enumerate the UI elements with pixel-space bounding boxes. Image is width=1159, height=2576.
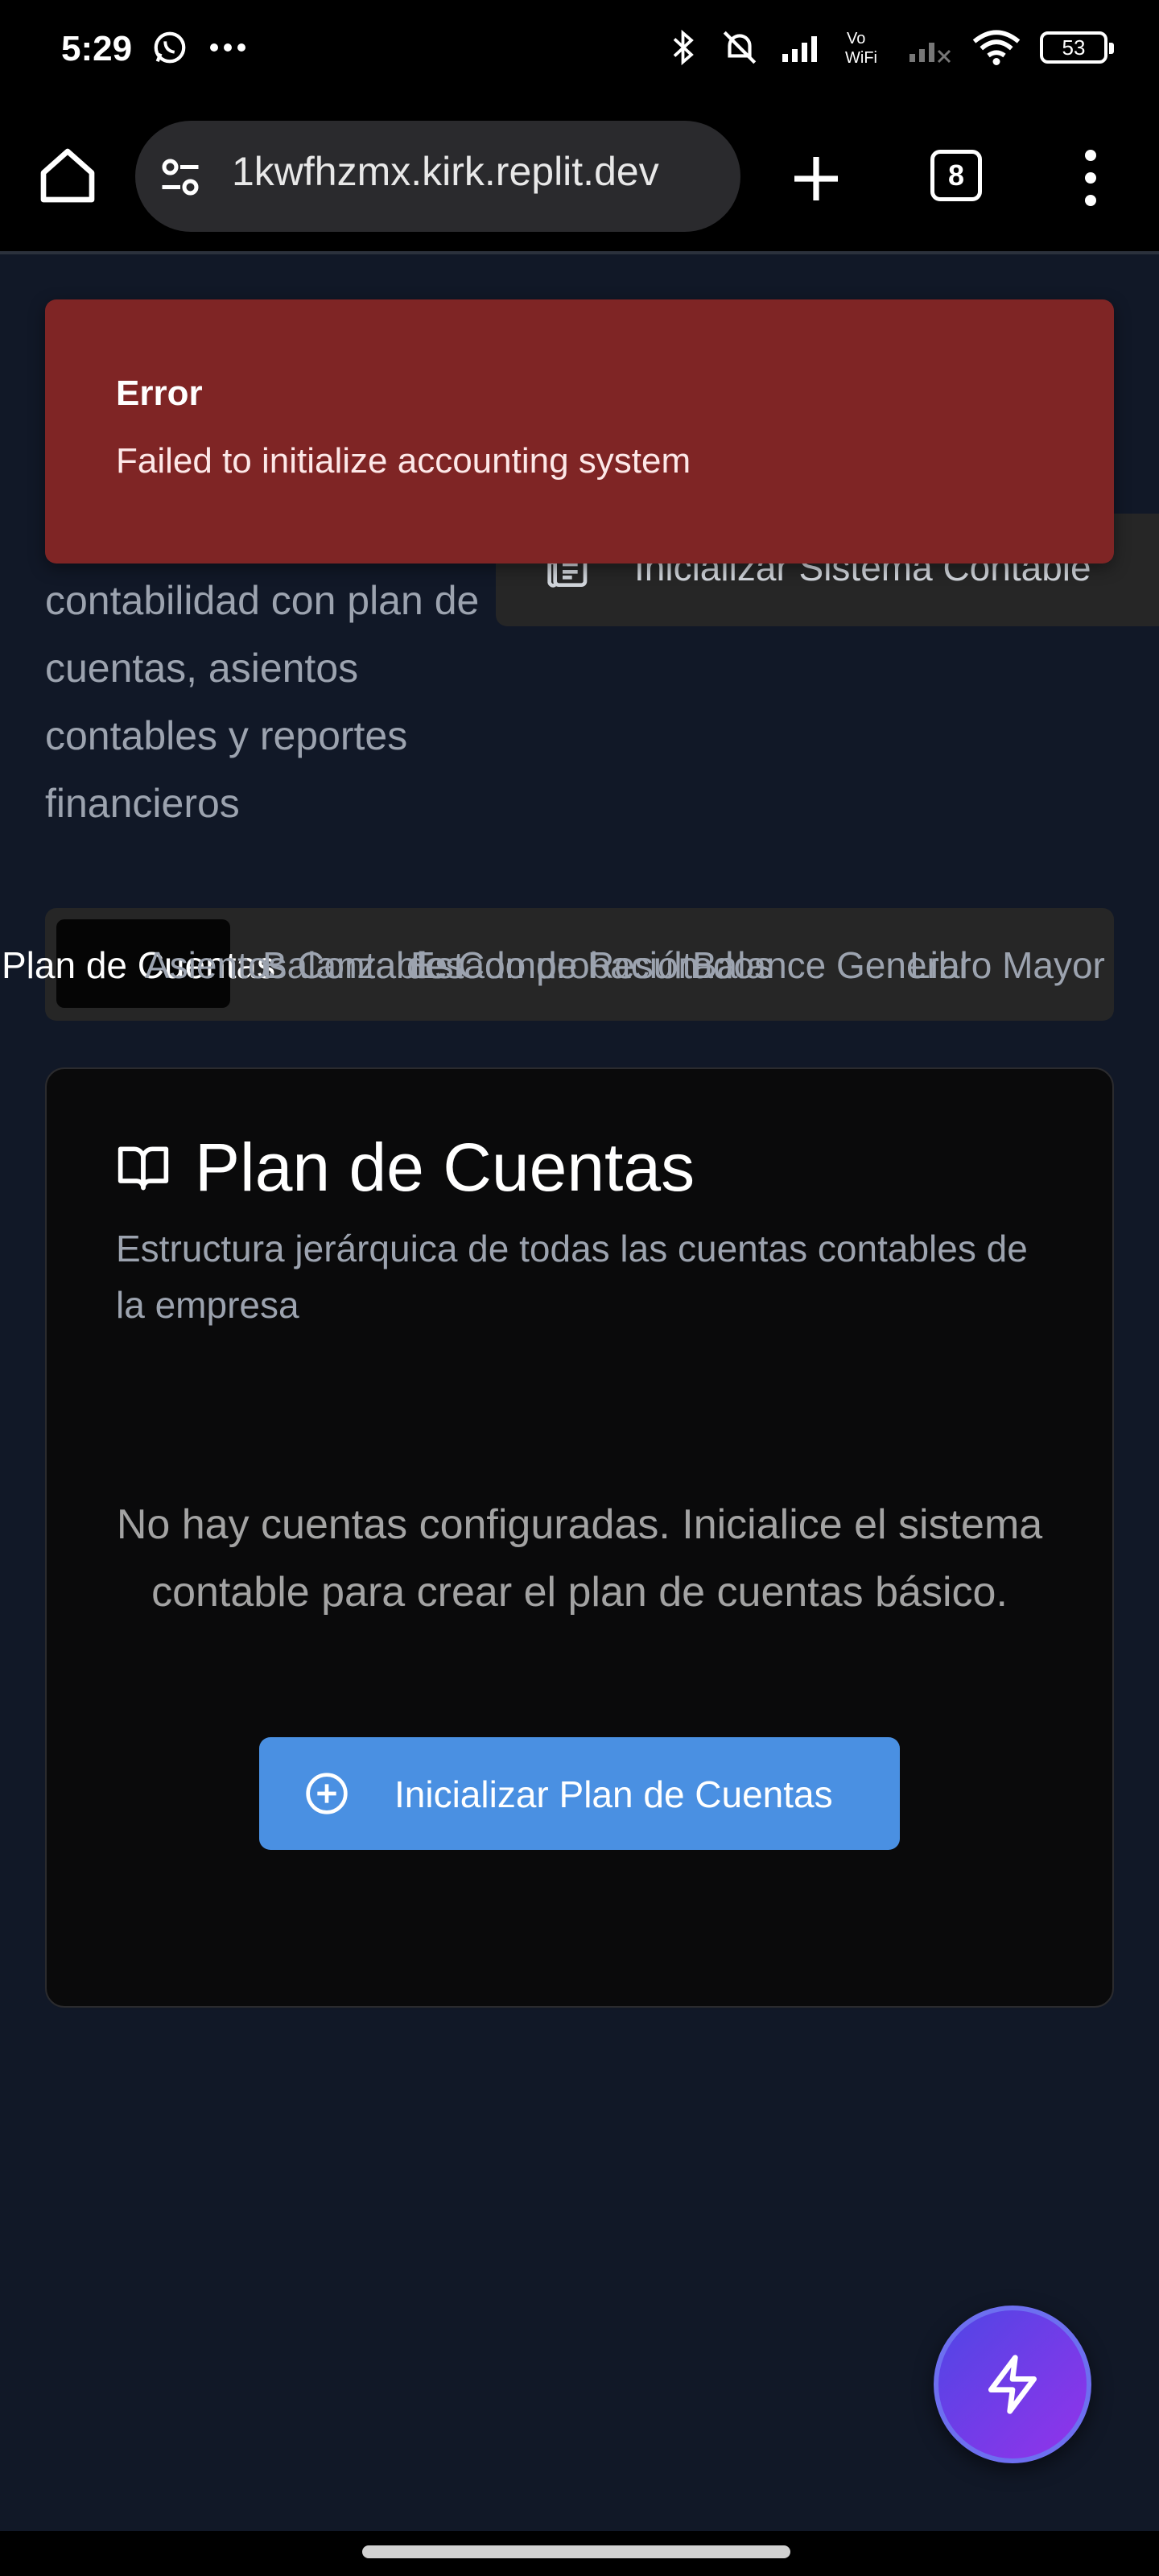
tab-libro-mayor[interactable]: Libro Mayor: [909, 943, 1105, 987]
gesture-handle[interactable]: [362, 2545, 790, 2558]
signal-off-icon: [909, 43, 951, 64]
page-description: contabilidad con plan de cuentas, asient…: [45, 578, 480, 826]
battery-icon: 53: [1040, 31, 1114, 64]
browser-menu-icon[interactable]: [1079, 150, 1103, 214]
error-toast[interactable]: Error Failed to initialize accounting sy…: [45, 299, 1114, 564]
toast-title: Error: [116, 374, 203, 413]
whatsapp-icon: [154, 31, 186, 64]
plus-circle-icon: [306, 1773, 348, 1814]
new-tab-icon[interactable]: [787, 150, 845, 208]
book-open-icon: [118, 1146, 169, 1191]
wifi-icon: [972, 30, 1021, 65]
browser-toolbar: 1kwfhzmx.kirk.replit.dev 8: [0, 103, 1159, 254]
init-accounts-button[interactable]: Inicializar Plan de Cuentas: [259, 1737, 900, 1850]
svg-text:WiFi: WiFi: [845, 49, 877, 67]
vowifi-icon: Vo WiFi: [845, 30, 877, 67]
mute-icon: [723, 31, 757, 64]
home-icon[interactable]: [35, 143, 100, 208]
bluetooth-icon: [673, 29, 694, 66]
status-bar: 5:29 Vo WiFi 53: [0, 0, 1159, 103]
init-accounts-label: Inicializar Plan de Cuentas: [394, 1773, 833, 1815]
more-dots-icon: [210, 43, 245, 52]
site-settings-icon[interactable]: [156, 153, 204, 201]
signal-icon: [782, 36, 817, 62]
tab-switcher-button[interactable]: 8: [930, 150, 982, 201]
assistant-fab[interactable]: [934, 2306, 1091, 2463]
address-bar[interactable]: 1kwfhzmx.kirk.replit.dev: [135, 121, 740, 232]
url-text[interactable]: 1kwfhzmx.kirk.replit.dev: [232, 148, 731, 195]
lightning-icon: [988, 2355, 1037, 2414]
card-subtitle: Estructura jerárquica de todas las cuent…: [116, 1228, 1028, 1326]
toast-message: Failed to initialize accounting system: [116, 441, 691, 481]
status-time: 5:29: [61, 29, 133, 68]
svg-text:Vo: Vo: [847, 30, 865, 47]
card-title: Plan de Cuentas: [195, 1129, 695, 1205]
empty-state-message: No hay cuentas configuradas. Inicialice …: [116, 1501, 1043, 1616]
